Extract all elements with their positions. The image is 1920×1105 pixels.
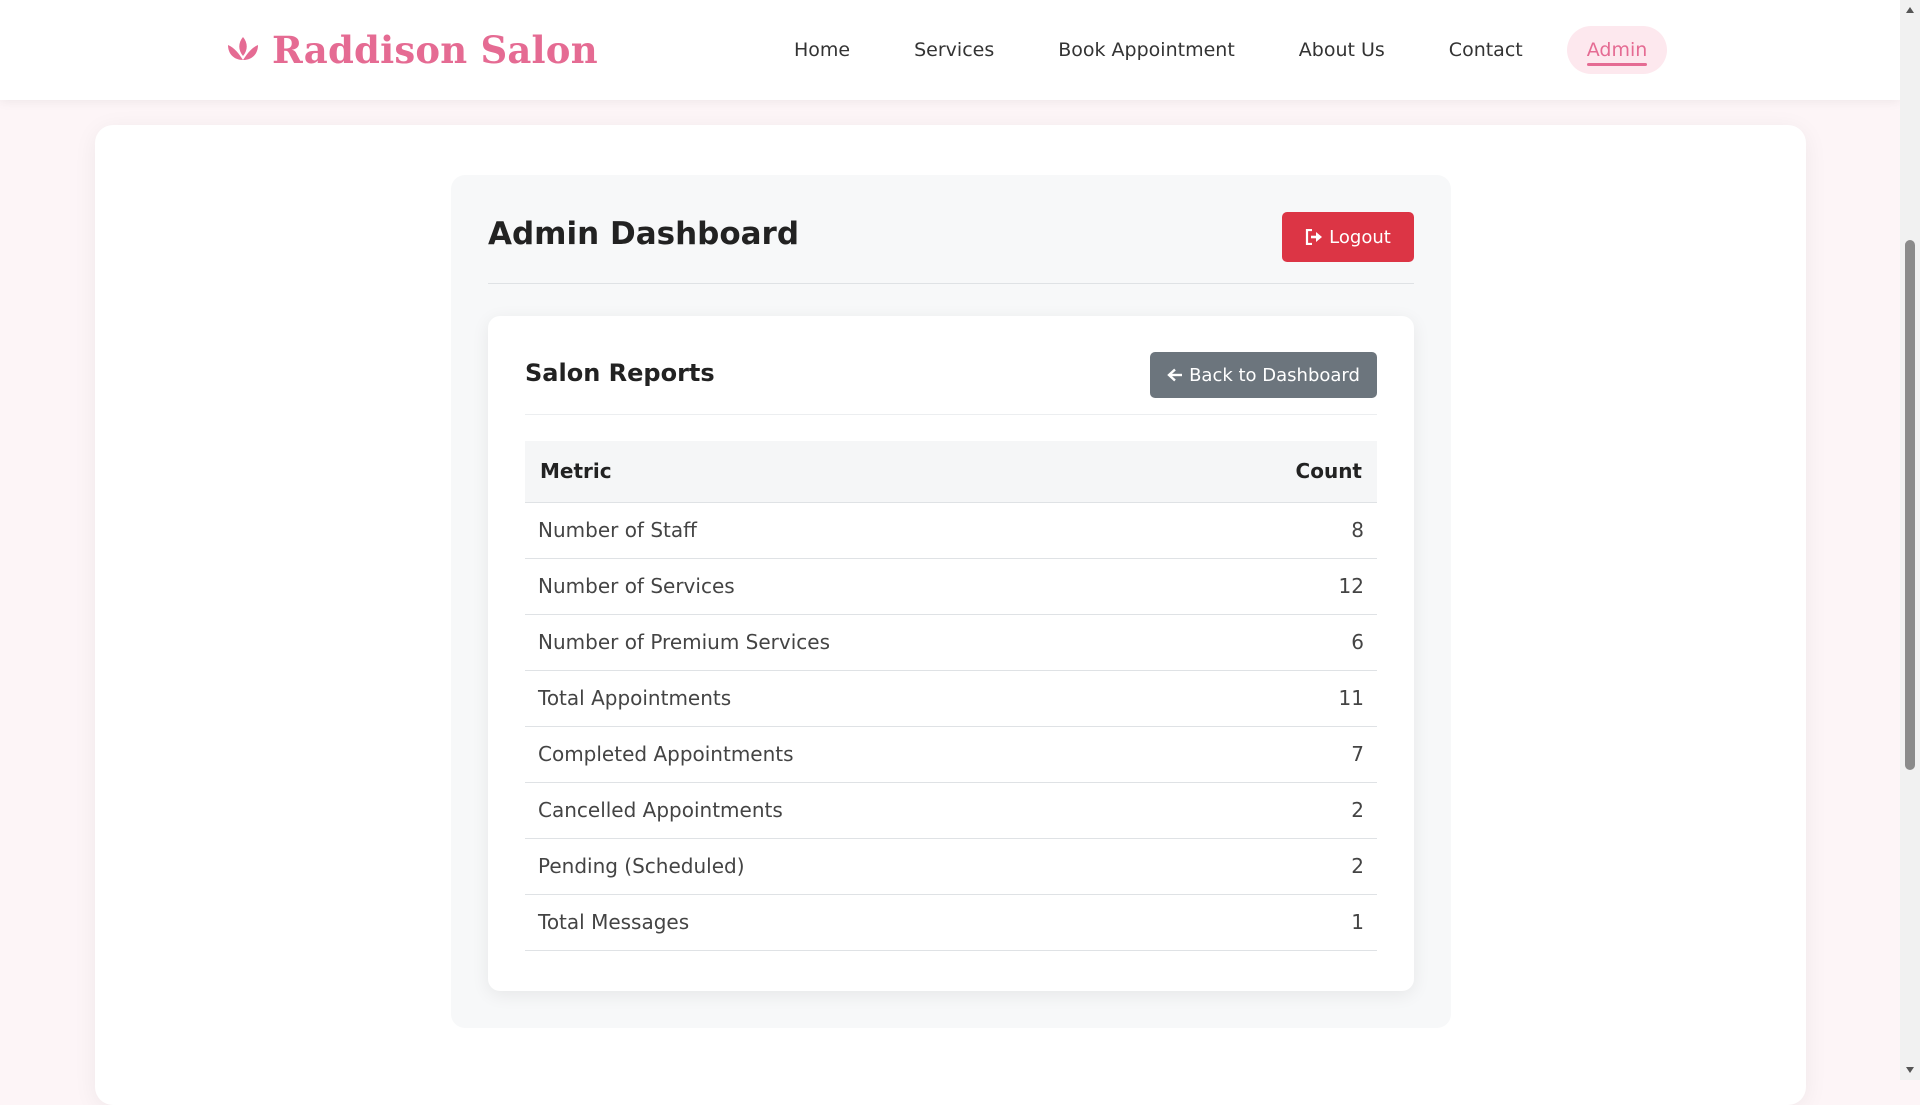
admin-dashboard-panel: Admin Dashboard Logout Salon Reports Bac… <box>451 175 1451 1028</box>
count-cell: 11 <box>1178 670 1377 727</box>
page-scrollbar[interactable] <box>1900 0 1920 1080</box>
table-row: Number of Services 12 <box>525 558 1377 615</box>
count-cell: 8 <box>1178 502 1377 559</box>
brand-logo[interactable]: Raddison Salon <box>224 26 598 74</box>
arrow-left-icon <box>1167 368 1183 382</box>
table-row: Number of Premium Services 6 <box>525 614 1377 671</box>
nav-book-appointment[interactable]: Book Appointment <box>1038 26 1255 74</box>
brand-name: Raddison Salon <box>272 28 598 72</box>
metric-cell: Cancelled Appointments <box>525 782 1179 839</box>
count-cell: 6 <box>1178 614 1377 671</box>
table-row: Completed Appointments 7 <box>525 726 1377 783</box>
metric-cell: Number of Services <box>525 558 1179 615</box>
page-title: Admin Dashboard <box>488 216 800 252</box>
count-cell: 2 <box>1178 838 1377 895</box>
reports-title: Salon Reports <box>525 359 715 387</box>
table-row: Cancelled Appointments 2 <box>525 782 1377 839</box>
salon-reports-card: Salon Reports Back to Dashboard Metric C… <box>488 316 1414 991</box>
column-header-metric: Metric <box>525 441 1179 503</box>
reports-header: Salon Reports Back to Dashboard <box>525 352 1377 415</box>
metric-cell: Completed Appointments <box>525 726 1179 783</box>
nav-admin[interactable]: Admin <box>1566 26 1668 74</box>
lotus-icon <box>228 37 258 60</box>
table-row: Number of Staff 8 <box>525 502 1377 559</box>
count-cell: 7 <box>1178 726 1377 783</box>
count-cell: 12 <box>1178 558 1377 615</box>
count-cell: 1 <box>1178 894 1377 951</box>
admin-header: Admin Dashboard Logout <box>488 212 1414 284</box>
nav-about-us[interactable]: About Us <box>1279 26 1405 74</box>
navbar: Raddison Salon Home Services Book Appoin… <box>0 0 1900 100</box>
count-cell: 2 <box>1178 782 1377 839</box>
nav-contact[interactable]: Contact <box>1429 26 1543 74</box>
table-row: Total Appointments 11 <box>525 670 1377 727</box>
table-row: Pending (Scheduled) 2 <box>525 838 1377 895</box>
metric-cell: Total Appointments <box>525 670 1179 727</box>
logout-label: Logout <box>1329 226 1391 248</box>
metric-cell: Number of Staff <box>525 502 1179 559</box>
back-label: Back to Dashboard <box>1189 364 1360 386</box>
table-header-row: Metric Count <box>525 441 1377 503</box>
logout-icon <box>1306 229 1323 245</box>
column-header-count: Count <box>1178 441 1377 503</box>
nav-services[interactable]: Services <box>894 26 1014 74</box>
reports-table: Metric Count Number of Staff 8 Number of… <box>525 441 1377 951</box>
nav-home[interactable]: Home <box>774 26 870 74</box>
metric-cell: Pending (Scheduled) <box>525 838 1179 895</box>
logout-button[interactable]: Logout <box>1282 212 1414 262</box>
back-to-dashboard-button[interactable]: Back to Dashboard <box>1150 352 1377 398</box>
scroll-up-arrow-icon[interactable] <box>1900 0 1920 20</box>
metric-cell: Number of Premium Services <box>525 614 1179 671</box>
main-nav: Home Services Book Appointment About Us … <box>774 26 1668 74</box>
table-row: Total Messages 1 <box>525 894 1377 951</box>
scroll-down-arrow-icon[interactable] <box>1900 1060 1920 1080</box>
metric-cell: Total Messages <box>525 894 1179 951</box>
scrollbar-thumb[interactable] <box>1905 240 1915 770</box>
